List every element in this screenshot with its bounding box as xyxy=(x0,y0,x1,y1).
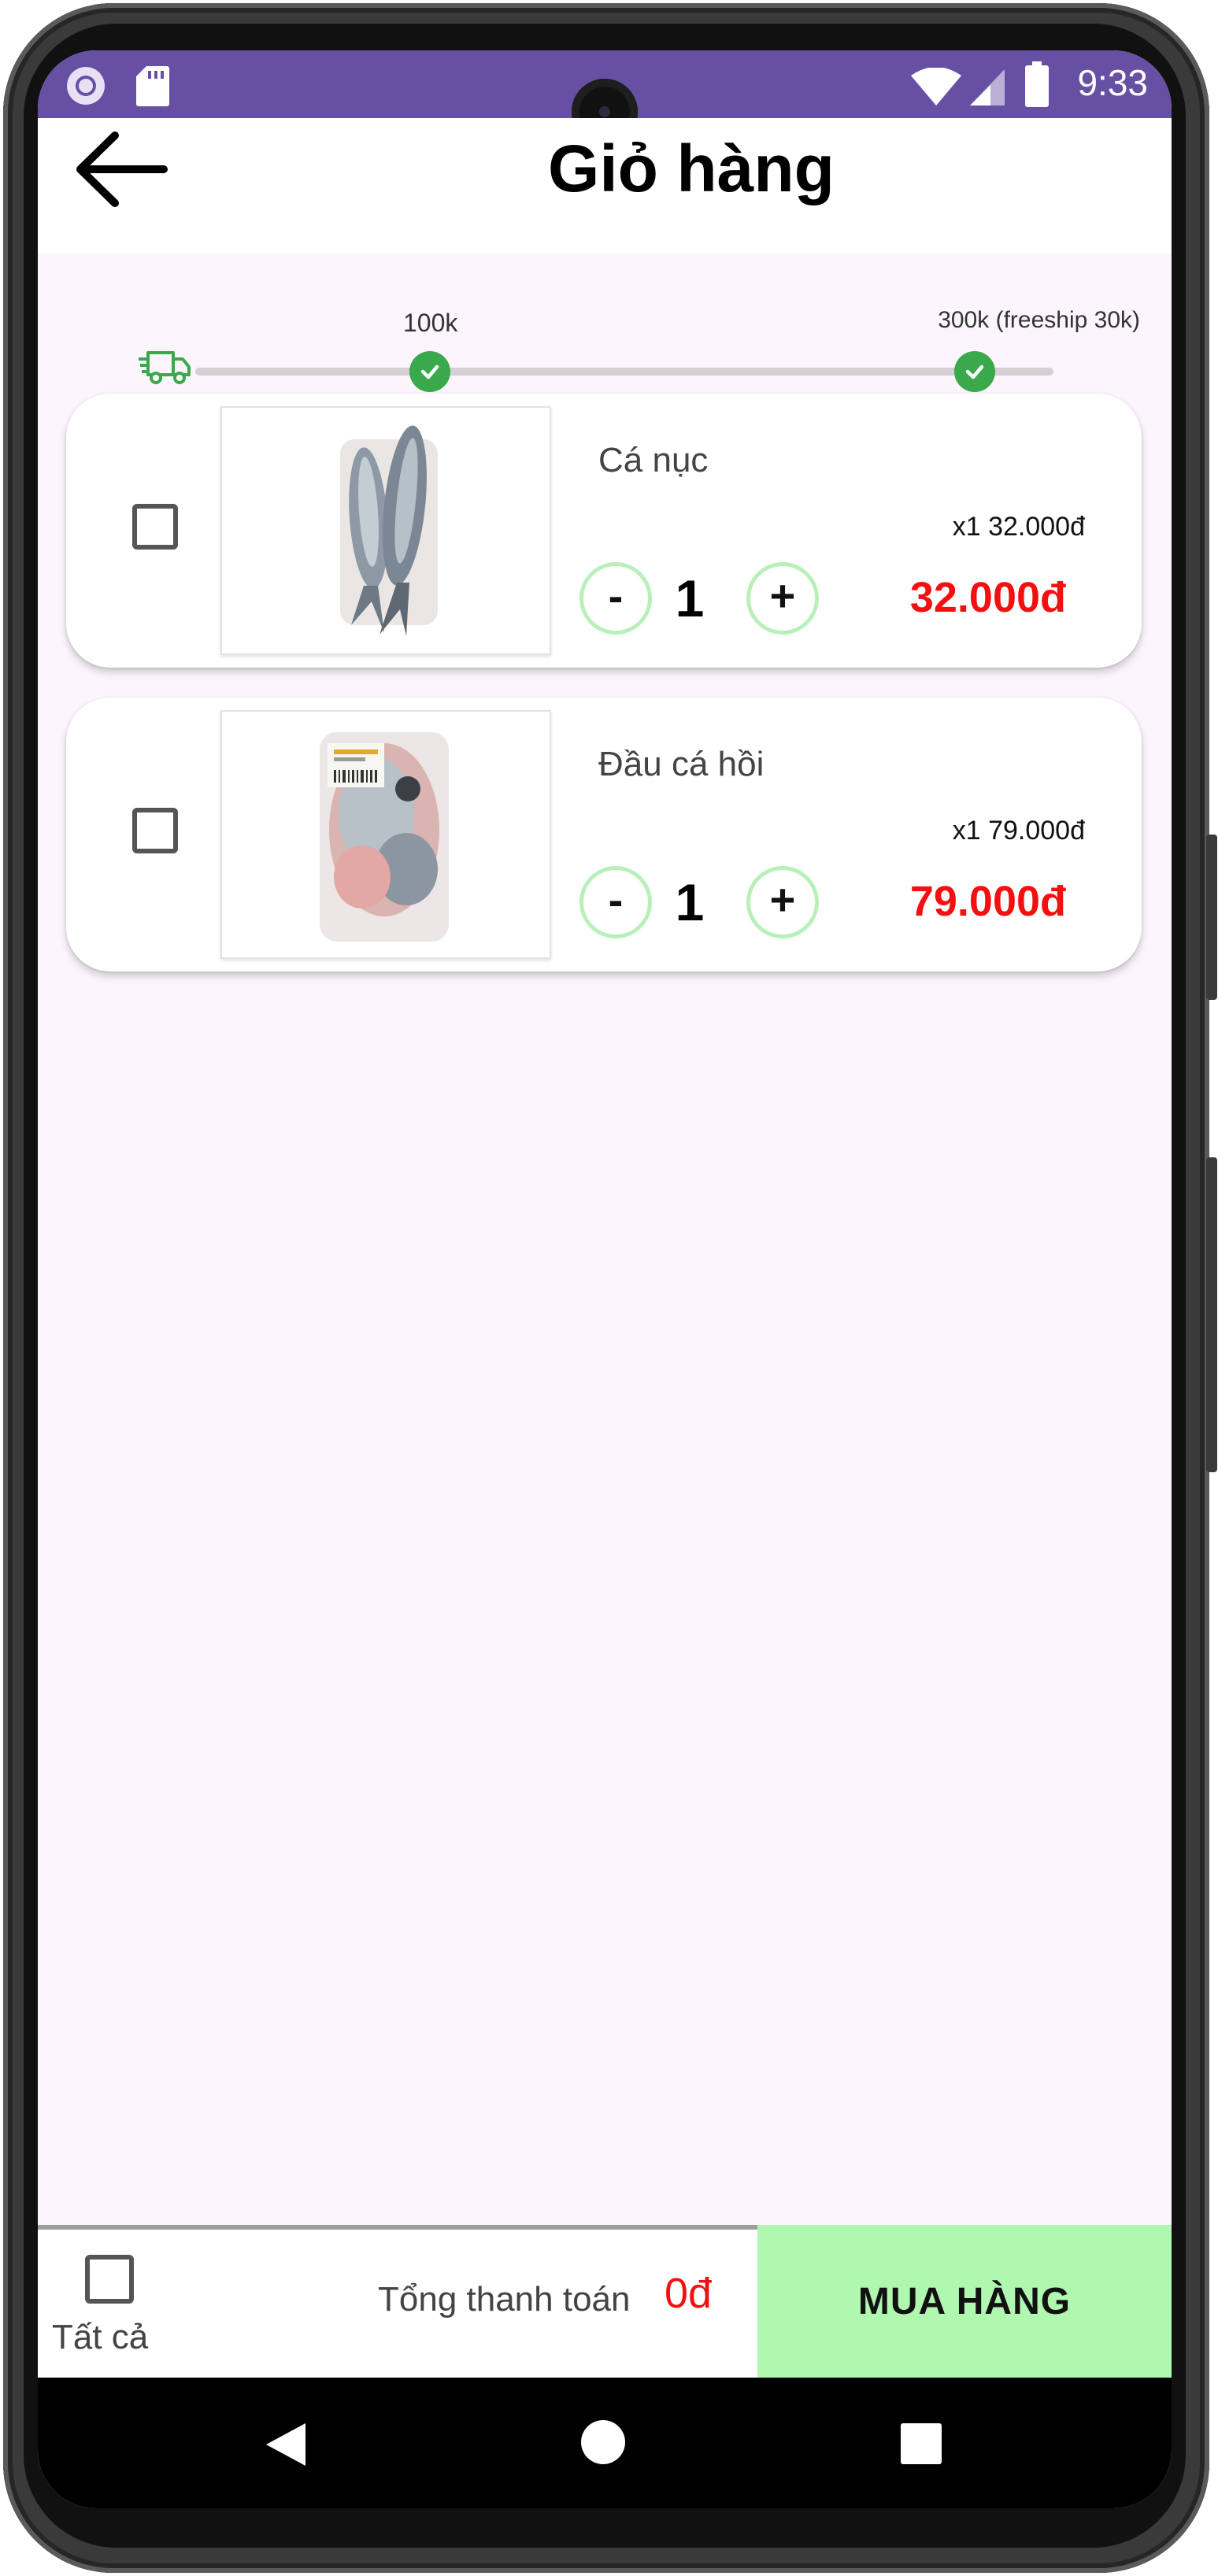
decrease-quantity-button[interactable]: - xyxy=(579,866,652,938)
item-total-price: 79.000đ xyxy=(909,878,1066,925)
app-screen: 9:33 Giỏ hàng 100k 300k (freeship 30k) C… xyxy=(38,50,1172,2508)
item-checkbox[interactable] xyxy=(132,504,178,550)
milestone-label: 300k (freeship 30k) xyxy=(938,307,1140,333)
phone-side-button xyxy=(1206,1157,1217,1472)
nav-home-icon[interactable] xyxy=(579,2419,627,2470)
increase-quantity-button[interactable]: + xyxy=(746,562,819,635)
item-name: Đầu cá hồi xyxy=(598,745,764,783)
item-checkbox[interactable] xyxy=(132,808,178,853)
item-name: Cá nục xyxy=(598,441,709,479)
milestone-label: 100k xyxy=(403,309,458,337)
circle-notification-icon xyxy=(65,65,107,111)
quantity-value: 1 xyxy=(675,569,705,627)
total-value: 0đ xyxy=(665,2270,713,2317)
status-time: 9:33 xyxy=(1077,62,1148,103)
milestone-300k-check xyxy=(954,351,995,392)
decrease-quantity-button[interactable]: - xyxy=(579,562,652,635)
select-all-label: Tất cả xyxy=(52,2318,149,2356)
buy-button[interactable]: MUA HÀNG xyxy=(757,2225,1172,2378)
item-unit-price: x1 32.000đ xyxy=(952,512,1085,542)
increase-quantity-button[interactable]: + xyxy=(746,866,819,938)
page-title: Giỏ hàng xyxy=(548,131,835,205)
battery-icon xyxy=(1025,61,1049,111)
select-all-checkbox[interactable] xyxy=(85,2255,134,2304)
nav-back-icon[interactable] xyxy=(263,2420,309,2473)
delivery-truck-icon xyxy=(137,348,192,391)
phone-side-button xyxy=(1206,835,1217,1000)
milestone-100k-check xyxy=(409,351,450,392)
cell-signal-icon xyxy=(968,68,1006,111)
item-total-price: 32.000đ xyxy=(909,574,1066,621)
wifi-icon xyxy=(910,67,962,111)
mackerel-fish-image xyxy=(220,406,551,655)
cart-item: Đầu cá hồi x1 79.000đ - 1 + 79.000đ xyxy=(66,698,1142,972)
nav-recents-icon[interactable] xyxy=(901,2423,942,2468)
progress-track xyxy=(195,368,1053,376)
salmon-head-image xyxy=(220,710,551,959)
total-label: Tổng thanh toán xyxy=(378,2280,631,2319)
sd-card-icon xyxy=(135,65,170,111)
shipping-progress: 100k 300k (freeship 30k) xyxy=(38,254,1172,411)
bottom-divider xyxy=(38,2225,758,2230)
checkout-bar: Tất cả Tổng thanh toán 0đ MUA HÀNG xyxy=(38,2225,1172,2378)
cart-item: Cá nục x1 32.000đ - 1 + 32.000đ xyxy=(66,394,1142,668)
system-nav-bar xyxy=(38,2378,1172,2508)
quantity-value: 1 xyxy=(675,873,705,931)
item-unit-price: x1 79.000đ xyxy=(952,816,1085,846)
